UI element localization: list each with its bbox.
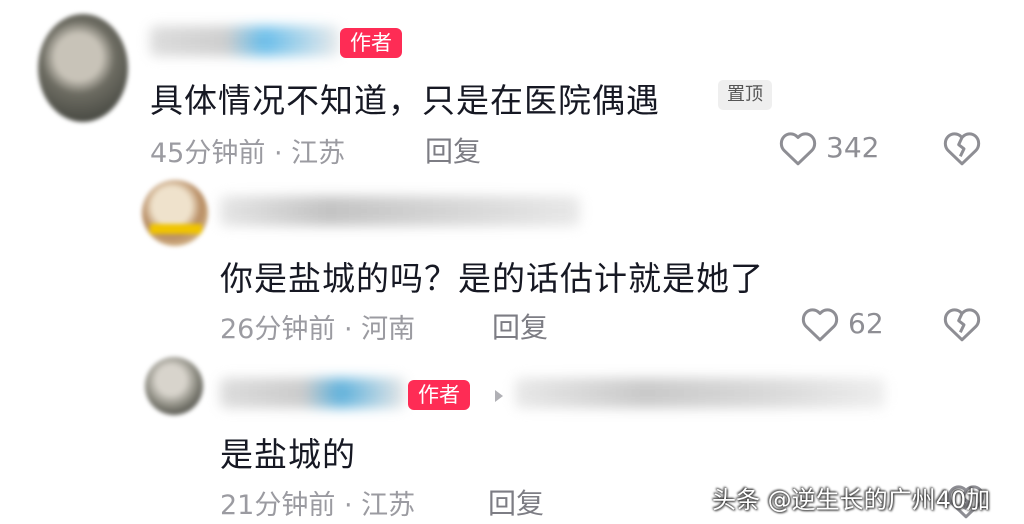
blurred-username[interactable] bbox=[220, 196, 580, 226]
heart-outline-icon[interactable] bbox=[800, 305, 840, 343]
comment-time-location: 45分钟前 · 江苏 bbox=[150, 138, 346, 169]
avatar[interactable] bbox=[145, 357, 203, 415]
comment-text[interactable]: 你是盐城的吗？是的话估计就是她了 bbox=[220, 252, 764, 300]
blurred-username[interactable] bbox=[150, 26, 340, 56]
blurred-reply-target[interactable] bbox=[515, 378, 885, 408]
broken-heart-icon[interactable] bbox=[942, 129, 982, 167]
author-tag: 作者 bbox=[340, 28, 402, 58]
reply-button[interactable]: 回复 bbox=[425, 130, 481, 170]
comment-text[interactable]: 是盐城的 bbox=[220, 428, 356, 476]
avatar[interactable] bbox=[142, 180, 208, 246]
like-count: 342 bbox=[826, 131, 880, 164]
pinned-tag: 置顶 bbox=[718, 80, 772, 110]
comment-text[interactable]: 具体情况不知道，只是在医院偶遇 bbox=[150, 74, 660, 122]
broken-heart-icon[interactable] bbox=[942, 305, 982, 343]
blurred-username[interactable] bbox=[220, 378, 405, 408]
comment-time-location: 21分钟前 · 江苏 bbox=[220, 490, 416, 521]
reply-arrow-icon bbox=[495, 390, 503, 402]
avatar[interactable] bbox=[38, 14, 128, 122]
author-tag: 作者 bbox=[408, 380, 470, 410]
watermark: 头条 @逆生长的广州40加 bbox=[712, 486, 991, 514]
heart-outline-icon[interactable] bbox=[778, 129, 818, 167]
like-count: 62 bbox=[848, 307, 884, 340]
reply-button[interactable]: 回复 bbox=[488, 482, 544, 522]
comment-time-location: 26分钟前 · 河南 bbox=[220, 314, 416, 345]
reply-button[interactable]: 回复 bbox=[492, 306, 548, 346]
